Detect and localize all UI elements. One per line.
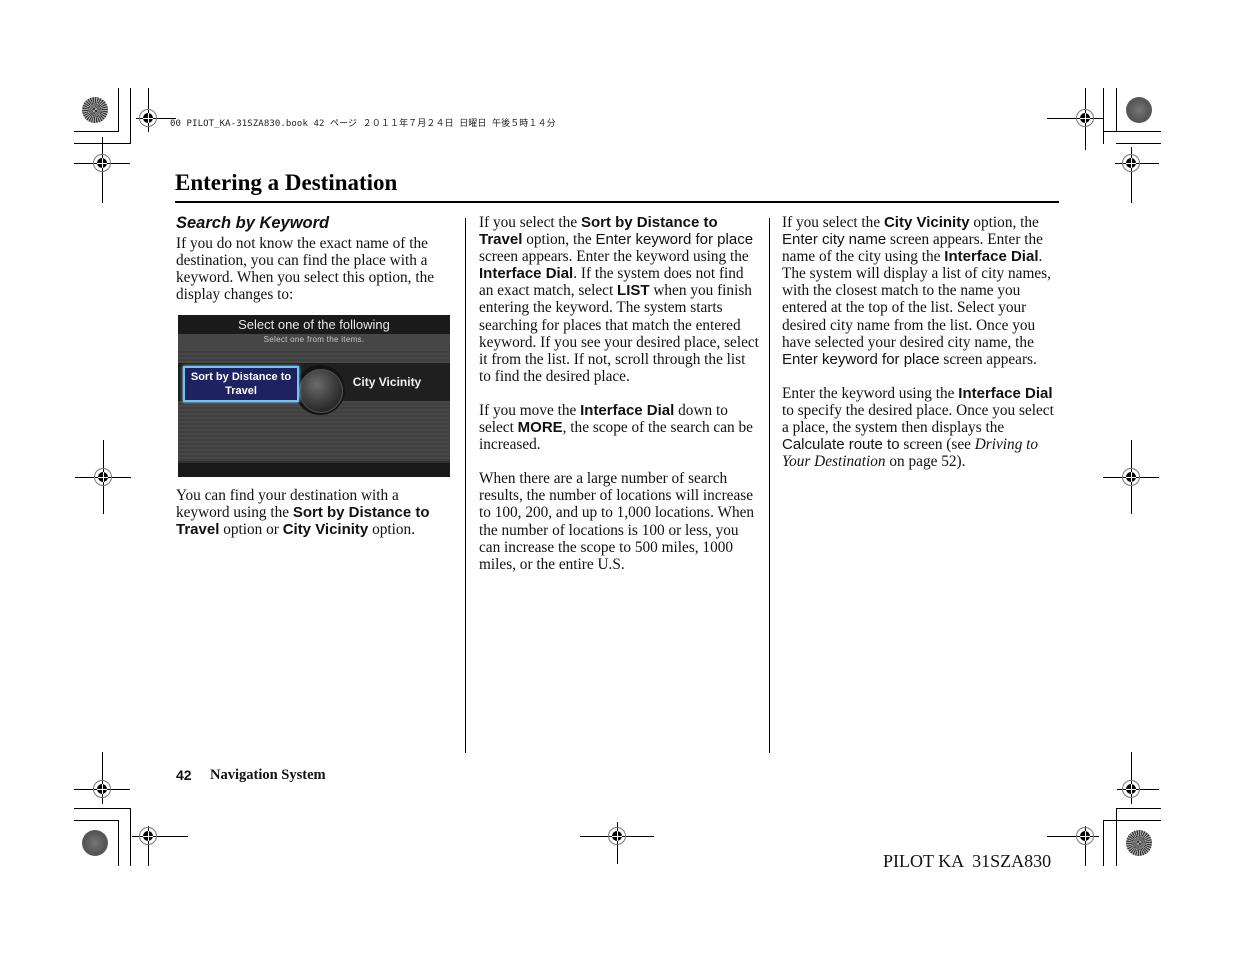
text: screen (see [899,436,975,454]
button-name: MORE [517,419,563,437]
paragraph-sort-by-distance: If you select the Sort by Distance to Tr… [479,214,759,385]
text: If you select the [782,214,884,231]
text: option, the [522,231,596,249]
option-name: City Vicinity [883,214,970,231]
crop-mark [1116,808,1161,809]
paragraph-more: If you move the Interface Dial down to s… [479,402,759,453]
screen-name: Enter keyword for place [595,231,754,249]
column-1-after-screen: You can find your destination with a key… [176,487,456,538]
crop-mark [1116,143,1161,144]
control-name: Interface Dial [479,265,574,283]
text: screen appears. Enter the keyword using … [479,248,749,266]
screen-name: Enter city name [782,231,887,249]
text: on page 52). [885,453,966,471]
column-1: Search by Keyword If you do not know the… [176,214,456,303]
section-heading: Search by Keyword [176,214,330,232]
after-screen-paragraph: You can find your destination with a key… [176,487,456,538]
column-2: If you select the Sort by Distance to Tr… [479,214,759,573]
document-code: PILOT KA 31SZA830 [883,851,1052,871]
control-name: Interface Dial [580,401,675,419]
crop-mark [118,88,119,132]
nav-screen-illustration: Select one of the following Select one f… [178,315,450,477]
color-target-icon [82,830,108,856]
text: option or [219,521,283,539]
column-3: If you select the City Vicinity option, … [782,214,1060,470]
button-name: LIST [617,282,650,300]
screen-subtitle: Select one from the items. [263,335,365,344]
crop-mark [130,88,131,144]
crop-mark [1116,808,1117,866]
page-number: 42 [176,767,192,783]
option-sort-by-distance: Sort by Distance to Travel [183,366,299,402]
intro-paragraph: If you do not know the exact name of the… [176,235,435,304]
text: to specify the desired place. Once you s… [782,401,1054,437]
text: If you select the [479,214,581,231]
crop-mark [74,808,131,809]
crop-mark [74,820,119,821]
text: option, the [969,214,1039,231]
color-target-icon [1126,830,1152,856]
text: If you move the [479,401,581,419]
screen-name: Calculate route to [782,436,900,454]
crop-mark [118,820,119,866]
color-target-icon [1126,97,1152,123]
control-name: Interface Dial [944,248,1039,266]
screen-name: Enter keyword for place [782,350,940,368]
text: Enter the keyword using the [782,384,959,402]
text: screen appears. [939,350,1037,368]
crop-mark [74,131,119,132]
column-divider [769,218,770,753]
crop-mark [1116,88,1117,132]
crop-mark [1103,820,1104,866]
screen-bottom-bar [178,463,450,477]
title-rule [175,201,1059,203]
screen-title: Select one of the following [178,315,450,334]
paragraph-enter-keyword: Enter the keyword using the Interface Di… [782,385,1060,470]
crop-mark [1103,820,1161,821]
crop-mark [1103,131,1161,132]
control-name: Interface Dial [958,384,1053,402]
color-target-icon [82,97,108,123]
footer-section-label: Navigation System [210,767,326,783]
paragraph-results: When there are a large number of search … [479,470,755,573]
crop-mark [130,808,131,866]
paragraph-city-vicinity: If you select the City Vicinity option, … [782,214,1060,368]
crop-mark [1103,88,1104,144]
print-slug-line: 00 PILOT_KA-31SZA830.book 42 ページ ２０１１年７月… [170,119,556,129]
page-title: Entering a Destination [175,170,398,195]
column-divider [465,218,466,753]
text: option. [368,521,416,539]
option-city-vicinity: City Vicinity [352,375,422,389]
option-name: City Vicinity [282,521,369,539]
